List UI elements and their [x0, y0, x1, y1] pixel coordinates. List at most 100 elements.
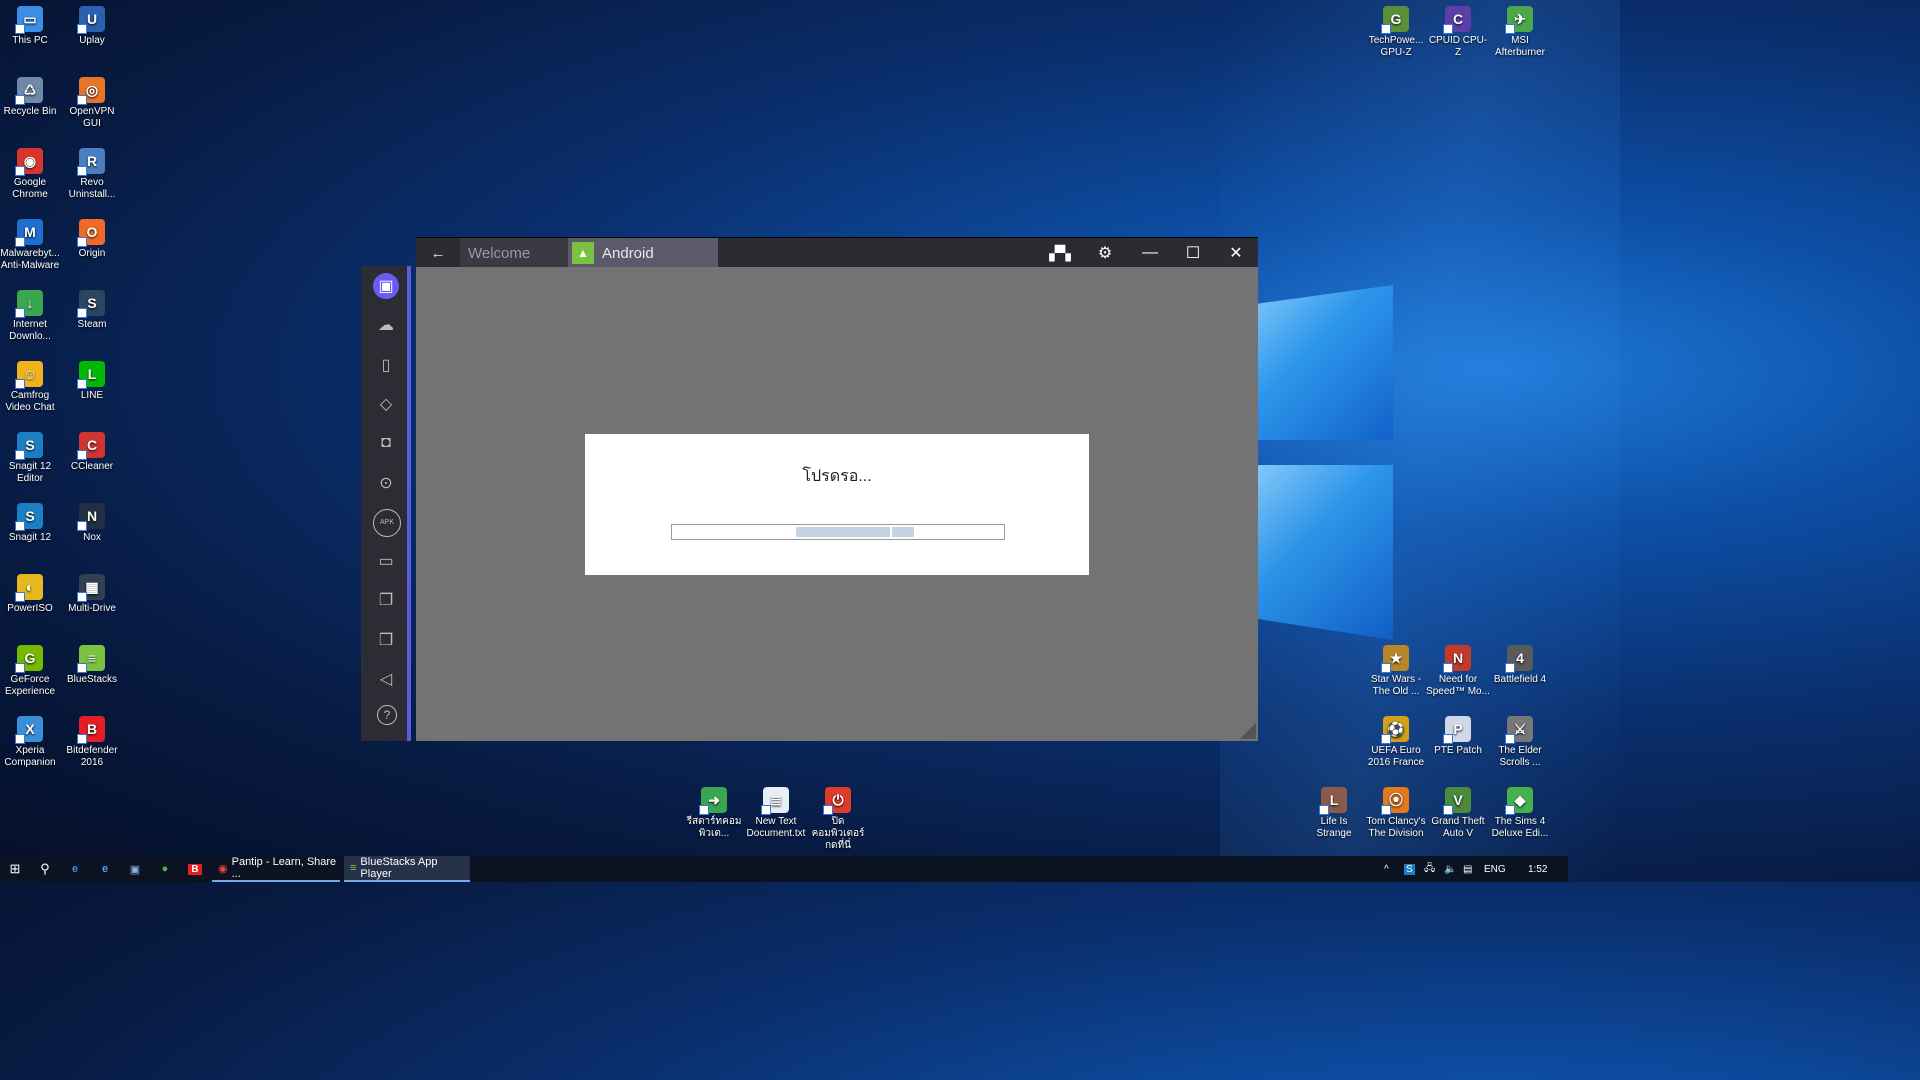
desktop-shortcut-label: Revo Uninstall... [68, 177, 116, 200]
paste-icon[interactable]: ❒ [373, 627, 399, 653]
shutdown-shortcut-icon: ⏻ [823, 787, 851, 815]
chat-icon[interactable]: ☁ [373, 312, 399, 338]
desktop-shortcut[interactable]: ◆ The Sims 4 Deluxe Edi... [1488, 787, 1552, 840]
close-button[interactable]: ✕ [1216, 238, 1256, 268]
desktop-shortcut[interactable]: ↓ Internet Downlo... [0, 290, 62, 343]
help-icon[interactable]: ? [377, 705, 397, 726]
desktop-shortcut-label: ปิดคอมพิวเตอร์กดที่นี่ [811, 816, 865, 851]
desktop-shortcut[interactable]: M Malwarebyt... Anti-Malware [0, 219, 62, 272]
store-button[interactable]: ▣ [124, 856, 146, 882]
tab-android[interactable]: ▲ Android [568, 238, 718, 268]
desktop-shortcut[interactable]: ⚽ UEFA Euro 2016 France [1364, 716, 1428, 769]
desktop-shortcut[interactable]: ▦ Multi-Drive [60, 574, 124, 615]
desktop-shortcut[interactable]: V Grand Theft Auto V [1426, 787, 1490, 840]
tab-welcome[interactable]: Welcome [460, 238, 574, 268]
tray-snagit[interactable]: S [1404, 856, 1415, 882]
desktop-shortcut[interactable]: S Steam [60, 290, 124, 331]
desktop-shortcut[interactable]: R Revo Uninstall... [60, 148, 124, 201]
sims-icon: ◆ [1505, 787, 1533, 815]
taskbar-app-bluestacks[interactable]: ≡ BlueStacks App Player [344, 856, 470, 882]
desktop-shortcut[interactable]: C CCleaner [60, 432, 124, 473]
maximize-icon: ☐ [1185, 245, 1201, 262]
folder-icon[interactable]: ▭ [373, 548, 399, 574]
bluestacks-icon: ≡ [350, 862, 357, 874]
desktop-shortcut[interactable]: ◎ OpenVPN GUI [60, 77, 124, 130]
desktop-shortcut-label: CCleaner [70, 461, 114, 472]
desktop-shortcut[interactable]: ⦿ Tom Clancy's The Division [1364, 787, 1428, 840]
cpu-z-icon: C [1443, 6, 1471, 34]
desktop-shortcut[interactable]: S Snagit 12 [0, 503, 62, 544]
maximize-button[interactable]: ☐ [1173, 238, 1213, 268]
desktop-shortcut[interactable]: ♺ Recycle Bin [0, 77, 62, 118]
desktop-shortcut[interactable]: 4 Battlefield 4 [1488, 645, 1552, 686]
tray-notifications[interactable]: ▤ [1463, 856, 1472, 882]
resize-grip-icon[interactable] [1240, 723, 1256, 739]
location-icon[interactable]: ⊙ [373, 470, 399, 496]
multi-drive-icon: ▦ [77, 574, 105, 602]
apk-install-icon[interactable]: APK [373, 508, 401, 537]
ie-button[interactable]: e [94, 856, 116, 882]
desktop-shortcut[interactable]: O Origin [60, 219, 124, 260]
desktop-shortcut[interactable]: ▭ This PC [0, 6, 62, 47]
desktop-shortcut[interactable]: ⏻ ปิดคอมพิวเตอร์กดที่นี่ [806, 787, 870, 852]
bitdefender-taskbar-button[interactable]: B [184, 856, 206, 882]
snagit-tray-icon: S [1404, 863, 1415, 875]
desktop-shortcut[interactable]: L LINE [60, 361, 124, 402]
uefa-euro-icon: ⚽ [1381, 716, 1409, 744]
taskbar-app-pinned-green[interactable]: ● [154, 856, 176, 882]
settings-button[interactable]: ⚙ [1085, 238, 1125, 268]
desktop-shortcut-label: The Sims 4 Deluxe Edi... [1491, 816, 1549, 839]
desktop-shortcut[interactable]: N Nox [60, 503, 124, 544]
internet-explorer-icon: e [101, 863, 109, 875]
desktop-shortcut[interactable]: ☺ Camfrog Video Chat [0, 361, 62, 414]
battlefield-icon: 4 [1505, 645, 1533, 673]
volume-icon[interactable]: ◁ [373, 666, 399, 692]
life-is-strange-icon: L [1319, 787, 1347, 815]
desktop-shortcut[interactable]: G TechPowe... GPU-Z [1364, 6, 1428, 59]
search-button[interactable]: ⚲ [34, 856, 56, 882]
desktop-shortcut[interactable]: N Need for Speed™ Mo... [1426, 645, 1490, 698]
desktop-shortcut[interactable]: B Bitdefender 2016 [60, 716, 124, 769]
desktop-shortcut-label: Bitdefender 2016 [66, 745, 118, 768]
multi-instance-icon[interactable]: ▯ [373, 352, 399, 378]
desktop-shortcut[interactable]: P PTE Patch [1426, 716, 1490, 757]
desktop-shortcut[interactable]: ➜ รีสตาร์ทคอมพิวเต... [682, 787, 746, 840]
origin-icon: O [77, 219, 105, 247]
desktop-shortcut[interactable]: X Xperia Companion [0, 716, 62, 769]
desktop-shortcut[interactable]: G GeForce Experience [0, 645, 62, 698]
copy-icon[interactable]: ❐ [373, 587, 399, 613]
rotate-icon[interactable]: ◇ [373, 391, 399, 417]
text-document-icon: ≣ [761, 787, 789, 815]
desktop-shortcut[interactable]: L Life Is Strange [1302, 787, 1366, 840]
desktop-shortcut[interactable]: ✈ MSI Afterburner [1488, 6, 1552, 59]
desktop-shortcut-label: Xperia Companion [4, 745, 56, 768]
desktop-shortcut-label: PowerISO [7, 603, 53, 614]
desktop-shortcut[interactable]: ★ Star Wars - The Old ... [1364, 645, 1428, 698]
loading-dialog: โปรดรอ... [585, 434, 1089, 575]
keymap-button[interactable]: ▞▚ [1040, 238, 1080, 268]
desktop-shortcut[interactable]: ⚔ The Elder Scrolls ... [1488, 716, 1552, 769]
language-indicator[interactable]: ENG [1484, 856, 1506, 882]
desktop-shortcut[interactable]: ◐ PowerISO [0, 574, 62, 615]
desktop-shortcut[interactable]: C CPUID CPU-Z [1426, 6, 1490, 59]
loading-message: โปรดรอ... [802, 468, 872, 485]
tray-volume[interactable]: 🔈 [1444, 856, 1456, 882]
back-button[interactable]: ← [418, 238, 458, 268]
desktop-shortcut[interactable]: S Snagit 12 Editor [0, 432, 62, 485]
steam-icon: S [77, 290, 105, 318]
tray-network[interactable]: 🖧 [1424, 856, 1435, 882]
poweriso-icon: ◐ [15, 574, 43, 602]
video-call-icon[interactable]: ▣ [373, 273, 399, 299]
desktop-shortcut-label: MSI Afterburner [1494, 35, 1546, 58]
minimize-button[interactable]: — [1130, 238, 1170, 268]
tray-overflow-button[interactable]: ^ [1384, 856, 1389, 882]
desktop-shortcut[interactable]: ≣ New Text Document.txt [744, 787, 808, 840]
desktop-shortcut[interactable]: U Uplay [60, 6, 124, 47]
desktop-shortcut[interactable]: ≡ BlueStacks [60, 645, 124, 686]
taskbar-app-chrome[interactable]: ◉ Pantip - Learn, Share ... [212, 856, 340, 882]
camera-icon[interactable]: ◘ [373, 430, 399, 456]
clock[interactable]: 1:52 [1528, 856, 1547, 882]
desktop-shortcut[interactable]: ◉ Google Chrome [0, 148, 62, 201]
start-button[interactable]: ⊞ [4, 856, 26, 882]
edge-button[interactable]: e [64, 856, 86, 882]
